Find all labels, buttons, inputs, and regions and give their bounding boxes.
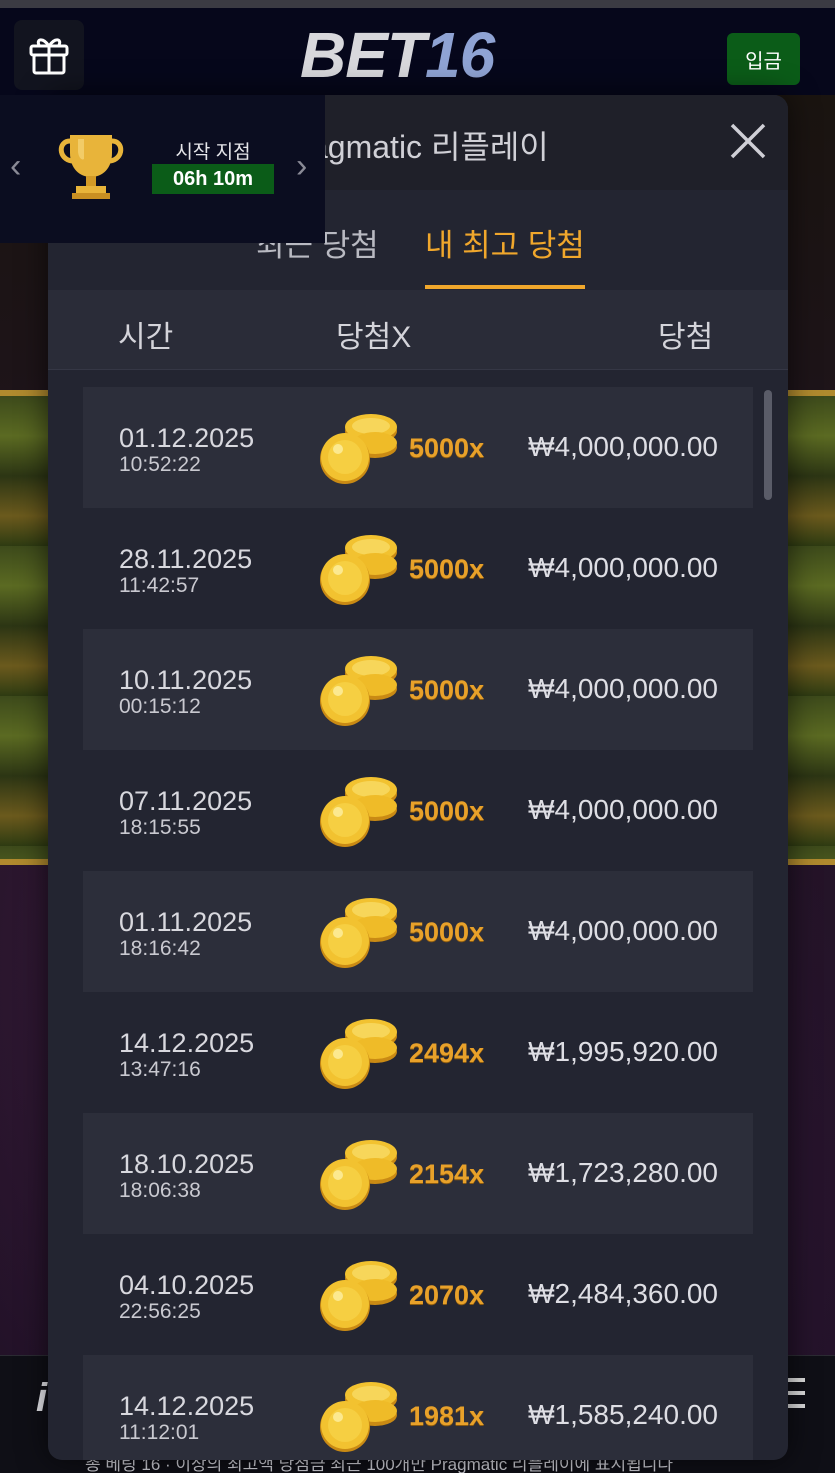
win-multiplier: 2494x (409, 1038, 485, 1068)
table-row[interactable]: 18.10.2025 18:06:38 2154x ₩1,723,280.00 (83, 1113, 753, 1234)
coins-icon (319, 893, 399, 976)
tournament-start-label: 시작 지점 (175, 142, 251, 163)
win-multiplier: 1981x (409, 1401, 485, 1431)
column-header-multiplier: 당첨X (336, 321, 412, 354)
deposit-button[interactable]: 입금 (727, 33, 800, 85)
win-amount: ₩1,585,240.00 (528, 1399, 718, 1430)
win-amount: ₩4,000,000.00 (528, 915, 718, 946)
win-time: 00:15:12 (119, 695, 201, 718)
coins-icon (319, 1135, 399, 1218)
coins-icon (319, 1377, 399, 1460)
replay-modal: Pragmatic 리플레이 최근 당첨 내 최고 당첨 시간 당첨X 당첨 0… (48, 95, 788, 1460)
table-row[interactable]: 07.11.2025 18:15:55 5000x ₩4,000,000.00 (83, 750, 753, 871)
logo-text: BET (300, 19, 426, 91)
table-row[interactable]: 14.12.2025 13:47:16 2494x ₩1,995,920.00 (83, 992, 753, 1113)
tournament-widget[interactable]: ‹ 시작 지점 06h 10m › (0, 95, 325, 243)
win-amount: ₩4,000,000.00 (528, 673, 718, 704)
table-row[interactable]: 01.12.2025 10:52:22 5000x ₩4,000,000.00 (83, 387, 753, 508)
table-row[interactable]: 01.11.2025 18:16:42 5000x ₩4,000,000.00 (83, 871, 753, 992)
win-date: 01.12.2025 (119, 423, 255, 453)
win-multiplier: 5000x (409, 433, 485, 463)
win-date: 18.10.2025 (119, 1149, 255, 1179)
win-time: 18:16:42 (119, 937, 201, 960)
trophy-icon (58, 135, 124, 199)
column-header-time: 시간 (118, 321, 174, 354)
coins-icon (319, 409, 399, 492)
wins-list: 01.12.2025 10:52:22 5000x ₩4,000,000.00 28.1… (83, 387, 753, 1460)
win-time: 18:15:55 (119, 816, 201, 839)
column-header-win: 당첨 (658, 321, 714, 354)
tournament-timer: 06h 10m (152, 164, 274, 194)
win-multiplier: 2154x (409, 1159, 485, 1189)
win-multiplier: 5000x (409, 554, 485, 584)
win-multiplier: 5000x (409, 796, 485, 826)
win-amount: ₩4,000,000.00 (528, 552, 718, 583)
gift-icon (29, 38, 69, 75)
info-icon[interactable]: i (36, 1376, 47, 1421)
win-time: 22:56:25 (119, 1300, 201, 1323)
logo-number: 16 (425, 19, 495, 91)
gift-button[interactable] (14, 20, 84, 90)
table-row[interactable]: 14.12.2025 11:12:01 1981x ₩1,585,240.00 (83, 1355, 753, 1460)
table-row[interactable]: 04.10.2025 22:56:25 2070x ₩2,484,360.00 (83, 1234, 753, 1355)
win-date: 04.10.2025 (119, 1270, 255, 1300)
coins-icon (319, 651, 399, 734)
win-date: 07.11.2025 (119, 786, 253, 816)
win-time: 10:52:22 (119, 453, 201, 476)
win-time: 13:47:16 (119, 1058, 201, 1081)
close-icon[interactable] (728, 121, 768, 161)
chevron-right-icon[interactable]: › (296, 147, 307, 186)
win-time: 18:06:38 (119, 1179, 201, 1202)
app-header: BET16 입금 (0, 0, 835, 95)
coins-icon (319, 1014, 399, 1097)
win-date: 14.12.2025 (119, 1028, 255, 1058)
win-amount: ₩4,000,000.00 (528, 431, 718, 462)
win-date: 01.11.2025 (119, 907, 253, 937)
win-time: 11:12:01 (119, 1421, 200, 1444)
win-date: 10.11.2025 (119, 665, 253, 695)
win-multiplier: 2070x (409, 1280, 485, 1310)
win-amount: ₩2,484,360.00 (528, 1278, 718, 1309)
win-date: 14.12.2025 (119, 1391, 255, 1421)
win-amount: ₩4,000,000.00 (528, 794, 718, 825)
win-time: 11:42:57 (119, 574, 200, 597)
coins-icon (319, 772, 399, 855)
win-multiplier: 5000x (409, 917, 485, 947)
win-amount: ₩1,723,280.00 (528, 1157, 718, 1188)
scrollbar[interactable] (764, 390, 772, 500)
coins-icon (319, 1256, 399, 1339)
win-date: 28.11.2025 (119, 544, 253, 574)
table-header: 시간 당첨X 당첨 (48, 290, 788, 370)
chevron-left-icon[interactable]: ‹ (10, 147, 21, 186)
win-multiplier: 5000x (409, 675, 485, 705)
brand-logo[interactable]: BET16 (300, 18, 495, 91)
table-row[interactable]: 10.11.2025 00:15:12 5000x ₩4,000,000.00 (83, 629, 753, 750)
coins-icon (319, 530, 399, 613)
tab-my-best-wins[interactable]: 내 최고 당첨 (425, 220, 585, 289)
table-row[interactable]: 28.11.2025 11:42:57 5000x ₩4,000,000.00 (83, 508, 753, 629)
win-amount: ₩1,995,920.00 (528, 1036, 718, 1067)
